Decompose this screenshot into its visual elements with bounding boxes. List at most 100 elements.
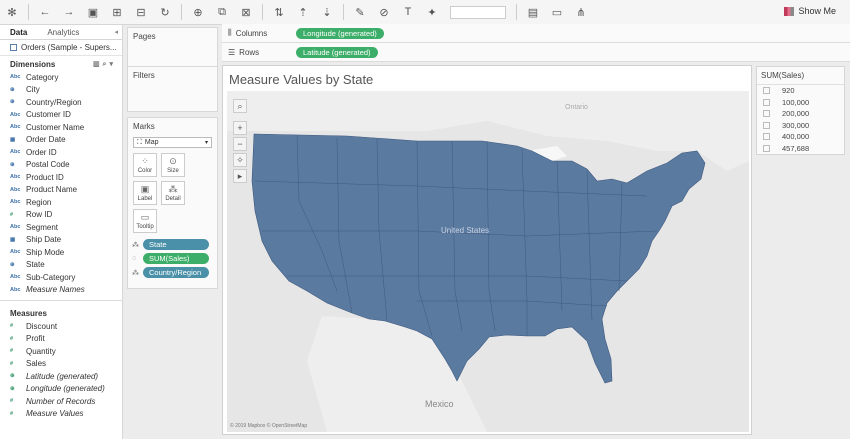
detail-button[interactable]: ⁂ Detail (161, 181, 185, 205)
redo-icon[interactable]: → (60, 3, 78, 21)
field-item[interactable]: ⊕ City (0, 84, 122, 97)
presentation-mode-icon[interactable]: ▭ (548, 3, 566, 21)
show-cards-icon[interactable]: ▤ (524, 3, 542, 21)
label-button[interactable]: ▣ Label (133, 181, 157, 205)
field-item[interactable]: Abc Customer ID (0, 109, 122, 122)
tooltip-button[interactable]: ▭ Tooltip (133, 209, 157, 233)
field-item[interactable]: ⊕ Country/Region (0, 96, 122, 109)
pin-icon[interactable]: ✦ (423, 3, 441, 21)
pause-updates-icon[interactable]: ⊟ (132, 3, 150, 21)
legend-item[interactable]: 457,688 (757, 143, 844, 155)
fit-dropdown[interactable] (450, 5, 506, 19)
field-item[interactable]: # Measure Values (0, 408, 122, 421)
field-item[interactable]: Abc Sub-Category (0, 271, 122, 284)
field-item[interactable]: Abc Ship Mode (0, 246, 122, 259)
field-item[interactable]: ⊕ Postal Code (0, 159, 122, 172)
field-item[interactable]: Abc Region (0, 196, 122, 209)
field-item[interactable]: Abc Measure Names (0, 284, 122, 297)
latitude-pill[interactable]: Latitude (generated) (296, 46, 378, 58)
field-item[interactable]: ▦ Ship Date (0, 234, 122, 247)
rows-shelf[interactable]: ☰ Rows Latitude (generated) (222, 43, 850, 62)
field-item[interactable]: Abc Category (0, 71, 122, 84)
num-type-icon: # (10, 360, 14, 367)
new-data-source-icon[interactable]: ⊞ (108, 3, 126, 21)
zoom-out-icon[interactable]: − (233, 137, 247, 151)
columns-shelf-label: ⫼ Columns (222, 28, 296, 38)
map-canvas[interactable]: Ontario United States Mexico (227, 91, 749, 432)
field-item[interactable]: # Number of Records (0, 395, 122, 408)
highlight-icon[interactable]: ✎ (351, 3, 369, 21)
tab-analytics[interactable]: Analytics (37, 25, 89, 39)
columns-shelf[interactable]: ⫼ Columns Longitude (generated) (222, 24, 850, 43)
collapse-pane-icon[interactable]: ◂ (110, 25, 122, 39)
tab-data[interactable]: Data (0, 25, 38, 39)
field-item[interactable]: # Profit (0, 333, 122, 346)
legend-value: 100,000 (782, 97, 810, 107)
show-me-button[interactable]: Show Me (784, 6, 836, 16)
filters-card[interactable]: Filters (127, 66, 218, 112)
group-icon[interactable]: ⊘ (375, 3, 393, 21)
duplicate-sheet-icon[interactable]: ⧉ (213, 3, 231, 21)
field-item[interactable]: Abc Product ID (0, 171, 122, 184)
map-view[interactable]: Ontario United States Mexico ⌕ + − ✧ ▸ ©… (227, 91, 749, 432)
rows-shelf-label: ☰ Rows (222, 48, 296, 57)
share-icon[interactable]: ⋔ (572, 3, 590, 21)
legend-item[interactable]: 300,000 (757, 120, 844, 132)
field-item[interactable]: Abc Customer Name (0, 121, 122, 134)
clear-sheet-icon[interactable]: ⊠ (237, 3, 255, 21)
size-button[interactable]: ⊙ Size (161, 153, 185, 177)
color-label: Color (137, 168, 153, 174)
field-item[interactable]: # Quantity (0, 345, 122, 358)
size-legend[interactable]: SUM(Sales) 920 100,000 200,000 300,000 400,0… (756, 66, 845, 155)
mark-type-value: Map (144, 139, 159, 146)
mark-type-dropdown[interactable]: ⛶ Map ▾ (133, 137, 212, 148)
pin-map-icon[interactable]: ✧ (233, 153, 247, 167)
dimensions-title: Dimensions (10, 60, 56, 69)
legend-item[interactable]: 100,000 (757, 97, 844, 109)
sort-ascending-icon[interactable]: ⇡ (294, 3, 312, 21)
field-item[interactable]: Abc Segment (0, 221, 122, 234)
detail-label: Detail (165, 196, 181, 202)
field-item[interactable]: ⊕ Longitude (generated) (0, 383, 122, 396)
legend-item[interactable]: 920 (757, 85, 844, 97)
field-item[interactable]: ⊕ Latitude (generated) (0, 370, 122, 383)
marks-pill-sales[interactable]: ◌ SUM(Sales) (132, 253, 213, 264)
text-label-icon[interactable]: T (399, 3, 417, 21)
expand-toolbar-icon[interactable]: ▸ (233, 169, 247, 183)
field-item[interactable]: ▦ Order Date (0, 134, 122, 147)
zoom-in-icon[interactable]: + (233, 121, 247, 135)
field-item[interactable]: Abc Order ID (0, 146, 122, 159)
map-search-icon[interactable]: ⌕ (233, 99, 247, 113)
field-item[interactable]: # Row ID (0, 209, 122, 222)
undo-icon[interactable]: ← (36, 3, 54, 21)
sort-descending-icon[interactable]: ⇣ (318, 3, 336, 21)
refresh-icon[interactable]: ↻ (156, 3, 174, 21)
field-item[interactable]: ⊕ State (0, 259, 122, 272)
state-pill[interactable]: State (143, 239, 209, 250)
color-button[interactable]: ⁘ Color (133, 153, 157, 177)
country-region-pill[interactable]: Country/Region (143, 267, 209, 278)
Abc-type-icon: Abc (10, 199, 21, 206)
tableau-logo-icon[interactable]: ✻ (3, 3, 21, 21)
longitude-pill[interactable]: Longitude (generated) (296, 27, 384, 39)
sum-sales-pill[interactable]: SUM(Sales) (143, 253, 209, 264)
data-pane-tabs: Data Analytics ◂ (0, 25, 122, 40)
legend-swatch (763, 110, 770, 118)
field-item[interactable]: # Discount (0, 320, 122, 333)
Abc-type-icon: Abc (10, 224, 21, 231)
field-item[interactable]: # Sales (0, 358, 122, 371)
measures-list: # Discount # Profit # Quantity # Sales ⊕ Latitude… (0, 320, 122, 420)
field-item[interactable]: Abc Product Name (0, 184, 122, 197)
marks-pill-state[interactable]: ⁂ State (132, 239, 213, 250)
legend-item[interactable]: 400,000 (757, 131, 844, 143)
dimensions-tools[interactable]: ▥⌕▾ (93, 60, 116, 69)
save-icon[interactable]: ▣ (84, 3, 102, 21)
field-label: Region (26, 197, 52, 207)
num-type-icon: # (10, 348, 14, 355)
swap-icon[interactable]: ⇅ (270, 3, 288, 21)
new-worksheet-icon[interactable]: ⊕ (189, 3, 207, 21)
legend-item[interactable]: 200,000 (757, 108, 844, 120)
marks-pill-country[interactable]: ⁂ Country/Region (132, 267, 213, 278)
field-label: Product ID (26, 172, 64, 182)
datasource-item[interactable]: Orders (Sample - Supers... (0, 40, 122, 56)
